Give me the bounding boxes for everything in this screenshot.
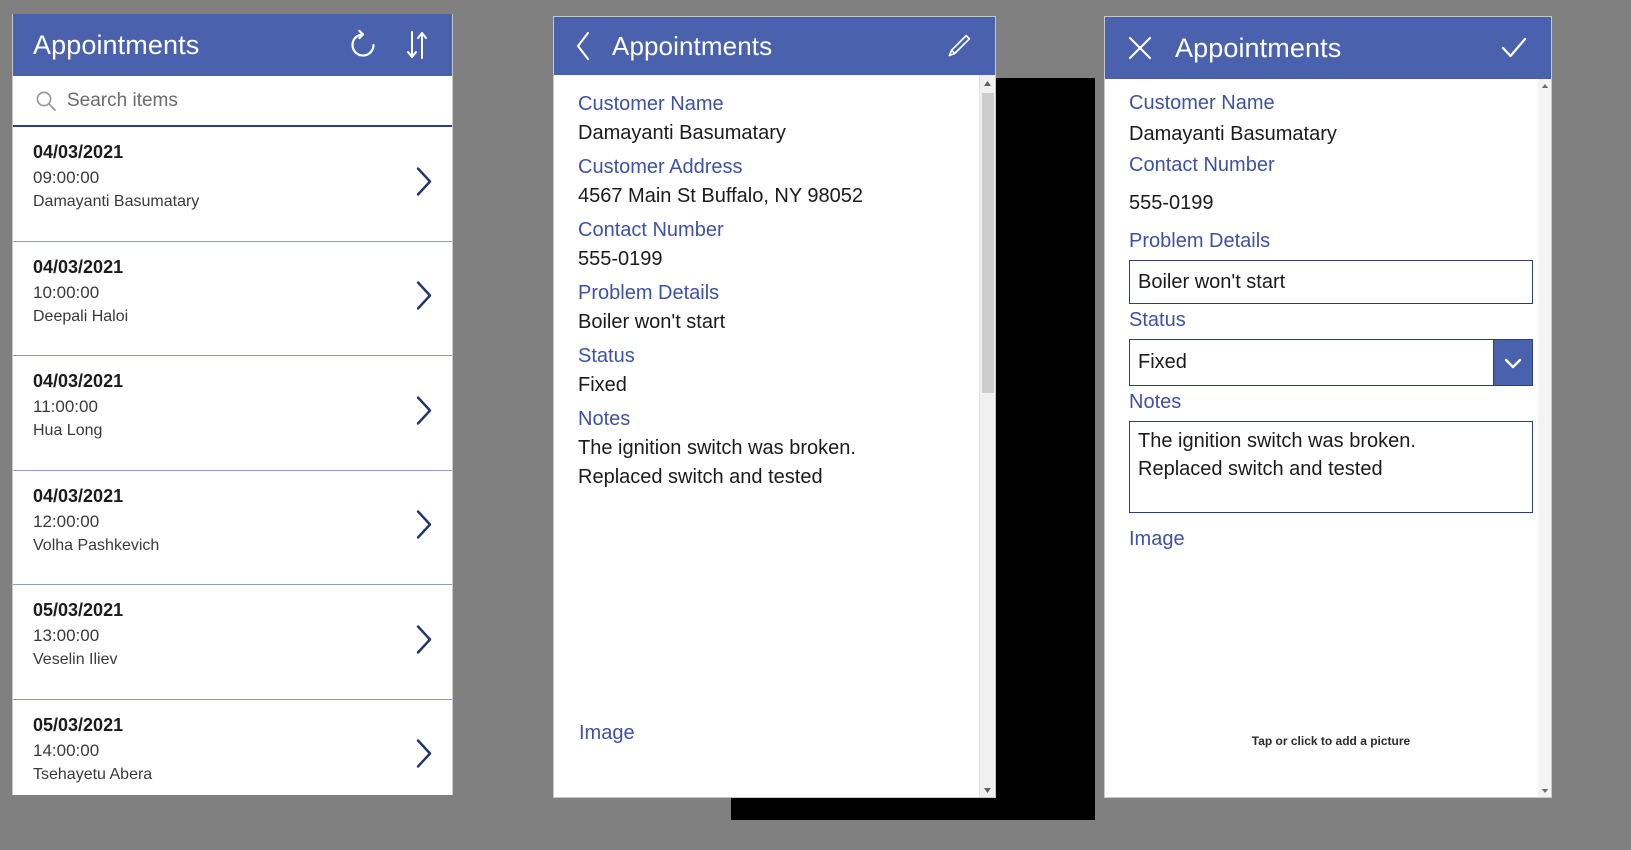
field-label: Customer Name (578, 93, 724, 115)
item-date: 05/03/2021 (33, 600, 124, 620)
edit-scrollbar[interactable] (1538, 79, 1551, 797)
field-contact-number: Contact Number 555-0199 (554, 211, 995, 274)
appointments-list-panel: Appointments Search items 04/03/2021 09:… (12, 14, 453, 795)
scroll-down-icon[interactable] (1538, 784, 1551, 797)
screen-root: Appointments Search items 04/03/2021 09:… (0, 0, 1631, 850)
search-bar[interactable]: Search items (13, 76, 452, 127)
item-customer-name: Tsehayetu Abera (33, 765, 153, 783)
chevron-right-icon[interactable] (410, 505, 438, 550)
close-icon[interactable] (1123, 26, 1157, 70)
image-picker-hint: Tap or click to add a picture (1251, 734, 1411, 748)
appointments-list[interactable]: 04/03/2021 09:00:00 Damayanti Basumatary… (13, 127, 452, 795)
list-item[interactable]: 05/03/2021 13:00:00 Veselin Iliev (13, 585, 452, 700)
item-date: 05/03/2021 (33, 714, 124, 735)
chevron-right-icon[interactable] (410, 734, 438, 779)
field-label: Problem Details (578, 282, 720, 304)
list-item[interactable]: 05/03/2021 14:00:00 Tsehayetu Abera (13, 699, 452, 795)
edit-form: Customer Name Damayanti Basumatary Conta… (1105, 79, 1551, 797)
field-label: Status (1129, 309, 1186, 331)
item-time: 09:00:00 (33, 168, 100, 187)
field-value: 555-0199 (578, 248, 663, 270)
detail-content: Customer Name Damayanti Basumatary Custo… (554, 75, 995, 797)
image-picker[interactable]: Tap or click to add a picture (1129, 704, 1533, 791)
item-date: 04/03/2021 (33, 371, 124, 391)
field-label: Contact Number (578, 219, 724, 241)
detail-title: Appointments (612, 30, 773, 61)
sort-icon[interactable] (400, 24, 434, 66)
edit-field-notes: Notes The ignition switch was broken. Re… (1105, 386, 1551, 513)
detail-header: Appointments (554, 17, 995, 75)
list-item[interactable]: 04/03/2021 11:00:00 Hua Long (13, 356, 452, 471)
chevron-right-icon[interactable] (410, 276, 438, 321)
edit-header: Appointments (1105, 17, 1551, 79)
field-label: Contact Number (1129, 154, 1275, 176)
field-value: Fixed (578, 374, 627, 396)
scroll-down-icon[interactable] (980, 782, 995, 797)
item-date: 04/03/2021 (33, 485, 124, 506)
field-status: Status Fixed (554, 337, 995, 400)
status-input[interactable]: Fixed (1129, 339, 1493, 386)
scroll-up-icon[interactable] (980, 75, 995, 91)
item-customer-name: Damayanti Basumatary (33, 193, 200, 210)
search-icon (31, 86, 61, 116)
item-time: 12:00:00 (33, 511, 100, 531)
field-notes: Notes The ignition switch was broken. Re… (554, 400, 995, 492)
edit-field-contact-number: Contact Number 555-0199 (1105, 149, 1551, 225)
image-label: Image (579, 722, 635, 744)
chevron-left-icon[interactable] (570, 24, 598, 68)
item-customer-name: Deepali Haloi (33, 307, 129, 325)
customer-name-value: Damayanti Basumatary (1129, 123, 1337, 145)
list-header: Appointments (13, 14, 452, 76)
scroll-up-icon[interactable] (1538, 79, 1551, 92)
status-dropdown[interactable]: Fixed (1129, 339, 1533, 386)
contact-number-value: 555-0199 (1129, 192, 1214, 214)
image-label: Image (1129, 528, 1185, 550)
field-value: 4567 Main St Buffalo, NY 98052 (578, 185, 864, 207)
item-time: 11:00:00 (33, 397, 98, 416)
field-label: Notes (1129, 391, 1182, 413)
detail-scrollbar[interactable] (979, 75, 995, 797)
list-item[interactable]: 04/03/2021 10:00:00 Deepali Haloi (13, 241, 452, 356)
item-customer-name: Hua Long (33, 422, 103, 439)
field-problem-details: Problem Details Boiler won't start (554, 274, 995, 337)
appointment-edit-panel: Appointments Customer Name Damayanti Bas… (1104, 16, 1552, 798)
field-value: Boiler won't start (578, 311, 726, 333)
field-label: Customer Address (578, 156, 743, 178)
item-customer-name: Volha Pashkevich (33, 536, 160, 554)
list-title: Appointments (33, 29, 200, 60)
problem-details-input[interactable]: Boiler won't start (1129, 260, 1533, 304)
pencil-icon[interactable] (939, 26, 979, 66)
refresh-icon[interactable] (342, 24, 384, 66)
edit-field-problem-details: Problem Details Boiler won't start (1105, 225, 1551, 304)
field-label: Notes (578, 408, 631, 430)
scrollbar-thumb[interactable] (982, 93, 994, 393)
list-item[interactable]: 04/03/2021 09:00:00 Damayanti Basumatary (13, 127, 452, 242)
chevron-right-icon[interactable] (410, 161, 438, 206)
field-value: Damayanti Basumatary (578, 122, 786, 144)
field-customer-address: Customer Address 4567 Main St Buffalo, N… (554, 148, 995, 211)
edit-field-status: Status Fixed (1105, 304, 1551, 386)
notes-input[interactable]: The ignition switch was broken. Replaced… (1129, 421, 1533, 513)
item-date: 04/03/2021 (33, 142, 124, 162)
edit-title: Appointments (1175, 32, 1342, 63)
field-value: The ignition switch was broken. Replaced… (578, 437, 856, 488)
item-time: 13:00:00 (33, 626, 100, 645)
item-time: 10:00:00 (33, 282, 100, 302)
item-customer-name: Veselin Iliev (33, 651, 118, 668)
checkmark-icon[interactable] (1493, 27, 1535, 69)
chevron-down-icon[interactable] (1493, 339, 1533, 386)
item-date: 04/03/2021 (33, 256, 124, 277)
appointment-detail-panel: Appointments Customer Name Damayanti Bas… (553, 16, 996, 798)
field-customer-name: Customer Name Damayanti Basumatary (554, 85, 995, 148)
field-label: Problem Details (1129, 230, 1271, 252)
list-item[interactable]: 04/03/2021 12:00:00 Volha Pashkevich (13, 470, 452, 585)
edit-field-customer-name: Customer Name Damayanti Basumatary (1105, 87, 1551, 149)
chevron-right-icon[interactable] (410, 619, 438, 664)
search-input[interactable]: Search items (67, 90, 178, 112)
field-label: Status (578, 345, 635, 367)
chevron-right-icon[interactable] (410, 390, 438, 435)
item-time: 14:00:00 (33, 740, 100, 760)
field-label: Customer Name (1129, 92, 1275, 114)
